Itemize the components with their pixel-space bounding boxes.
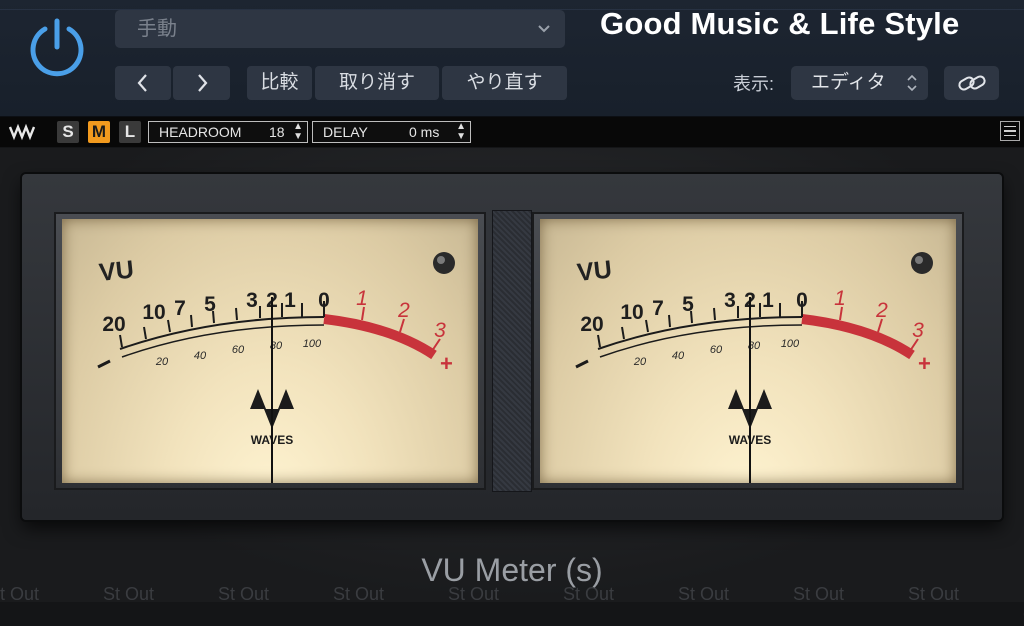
percent-label: 40 (194, 350, 207, 362)
scale-label: 3 (724, 289, 736, 312)
scale-label: 20 (102, 313, 125, 336)
delay-stepper-icon[interactable]: ▲ ▼ (456, 122, 466, 142)
link-button[interactable] (944, 66, 999, 100)
scale-label: 3 (246, 289, 258, 312)
host-header: 手動 Good Music & Life Style 比較 取り消す やり直す … (0, 0, 1024, 117)
view-select[interactable]: エディタ (791, 66, 928, 100)
chevron-down-icon (537, 10, 551, 63)
meter-face: VU 201075321012320406080100 – + WAVES (62, 219, 478, 483)
forward-button[interactable] (173, 66, 230, 100)
scale-label-red: 3 (912, 319, 924, 342)
scale-label-red: 1 (356, 287, 368, 310)
scale-label: 0 (796, 289, 808, 312)
waves-logo-icon[interactable] (8, 121, 42, 148)
vu-label: VU (576, 255, 613, 286)
preset-value: 手動 (137, 18, 177, 40)
percent-label: 60 (232, 344, 245, 356)
scale-label: 5 (204, 293, 216, 316)
meter-screw (911, 252, 933, 274)
redo-button[interactable]: やり直す (442, 66, 567, 100)
plugin-toolbar: S M L HEADROOM 18 ▲ ▼ DELAY 0 ms ▲ ▼ (0, 117, 1024, 147)
scale-label: 5 (682, 293, 694, 316)
minus-sign: – (570, 368, 571, 370)
percent-label: 20 (633, 356, 647, 368)
power-button[interactable] (22, 12, 92, 82)
compare-button[interactable]: 比較 (247, 66, 312, 100)
scale-label: 7 (652, 297, 664, 320)
chevron-right-icon (197, 74, 207, 92)
scale-label: 10 (620, 301, 643, 324)
scale-label: 1 (762, 289, 774, 312)
scale-label-red: 3 (434, 319, 446, 342)
link-icon (957, 75, 986, 91)
vu-meter-right: VU 201075321012320406080100 – + WAVES (532, 212, 964, 490)
scale-label: 7 (174, 297, 186, 320)
delay-field[interactable]: DELAY 0 ms ▲ ▼ (312, 121, 471, 143)
vu-label: VU (98, 255, 135, 286)
percent-label: 60 (710, 344, 723, 356)
view-label: 表示: (733, 74, 775, 94)
headroom-value: 18 (269, 124, 285, 140)
plus-sign: + (440, 351, 453, 376)
minus-sign: – (92, 368, 93, 370)
scale-label: 0 (318, 289, 330, 312)
percent-label: 40 (672, 350, 685, 362)
delay-label: DELAY (323, 124, 368, 140)
scale-label: 10 (142, 301, 165, 324)
menu-icon[interactable] (1000, 121, 1020, 141)
scale-label-red: 1 (834, 287, 846, 310)
scale-label-red: 2 (875, 299, 888, 322)
preset-select[interactable]: 手動 (115, 10, 565, 48)
updown-icon (906, 66, 918, 113)
back-button[interactable] (115, 66, 171, 100)
scale-label: 20 (580, 313, 603, 336)
meter-screw (433, 252, 455, 274)
percent-label: 100 (781, 338, 800, 350)
power-icon (30, 18, 84, 77)
chevron-left-icon (137, 74, 147, 92)
headroom-field[interactable]: HEADROOM 18 ▲ ▼ (148, 121, 308, 143)
left-l-button[interactable]: L (119, 121, 141, 143)
plus-sign: + (918, 351, 931, 376)
view-value: エディタ (811, 72, 886, 93)
meter-divider (492, 210, 532, 492)
meter-face: VU 201075321012320406080100 – + WAVES (540, 219, 956, 483)
headroom-label: HEADROOM (159, 124, 242, 140)
page-title: Good Music & Life Style (600, 6, 960, 41)
percent-label: 100 (303, 338, 322, 350)
vu-meter-left: VU 201075321012320406080100 – + WAVES (54, 212, 486, 490)
scale-label: 1 (284, 289, 296, 312)
meter-panel: VU 201075321012320406080100 – + WAVES (22, 174, 1002, 520)
solo-s-button[interactable]: S (57, 121, 79, 143)
mono-m-button[interactable]: M (88, 121, 110, 143)
plugin-body: VU 201075321012320406080100 – + WAVES (0, 148, 1024, 625)
headroom-stepper-icon[interactable]: ▲ ▼ (293, 122, 303, 142)
delay-value: 0 ms (409, 124, 440, 140)
undo-button[interactable]: 取り消す (315, 66, 439, 100)
scale-label-red: 2 (397, 299, 410, 322)
percent-label: 20 (155, 356, 169, 368)
